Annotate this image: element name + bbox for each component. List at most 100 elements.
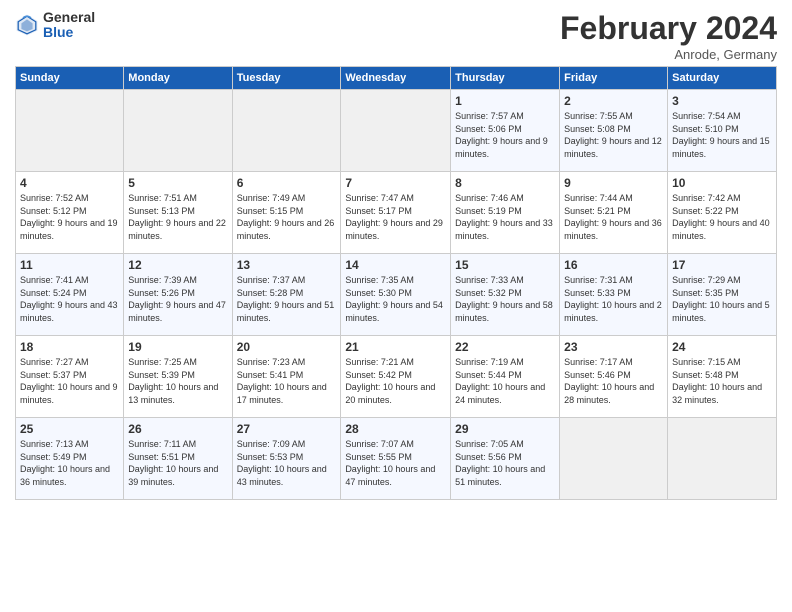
calendar-week-row: 25 Sunrise: 7:13 AMSunset: 5:49 PMDayligh… [16, 418, 777, 500]
calendar-cell: 4 Sunrise: 7:52 AMSunset: 5:12 PMDaylight… [16, 172, 124, 254]
calendar-cell: 13 Sunrise: 7:37 AMSunset: 5:28 PMDayligh… [232, 254, 341, 336]
calendar-cell: 21Sunrise: 7:21 AMSunset: 5:42 PMDayligh… [341, 336, 451, 418]
page-container: General Blue February 2024 Anrode, Germa… [0, 0, 792, 510]
calendar-cell: 6 Sunrise: 7:49 AMSunset: 5:15 PMDaylight… [232, 172, 341, 254]
day-info: Sunrise: 7:23 AMSunset: 5:41 PMDaylight:… [237, 356, 337, 406]
weekday-header-tuesday: Tuesday [232, 67, 341, 90]
weekday-header-saturday: Saturday [668, 67, 777, 90]
day-info: Sunrise: 7:31 AMSunset: 5:33 PMDaylight:… [564, 274, 663, 324]
day-number: 8 [455, 176, 555, 190]
day-info: Sunrise: 7:05 AMSunset: 5:56 PMDaylight:… [455, 438, 555, 488]
calendar-cell [16, 90, 124, 172]
day-info: Sunrise: 7:37 AMSunset: 5:28 PMDaylight:… [237, 274, 337, 324]
day-number: 20 [237, 340, 337, 354]
calendar-cell: 27Sunrise: 7:09 AMSunset: 5:53 PMDayligh… [232, 418, 341, 500]
day-info: Sunrise: 7:19 AMSunset: 5:44 PMDaylight:… [455, 356, 555, 406]
calendar-cell: 22 Sunrise: 7:19 AMSunset: 5:44 PMDayligh… [451, 336, 560, 418]
calendar-cell [341, 90, 451, 172]
logo-text: General Blue [43, 10, 95, 41]
weekday-header-friday: Friday [560, 67, 668, 90]
calendar-cell: 26Sunrise: 7:11 AMSunset: 5:51 PMDayligh… [124, 418, 232, 500]
month-title: February 2024 [560, 10, 777, 47]
calendar-week-row: 18 Sunrise: 7:27 AMSunset: 5:37 PMDayligh… [16, 336, 777, 418]
calendar-cell: 17Sunrise: 7:29 AMSunset: 5:35 PMDayligh… [668, 254, 777, 336]
day-info: Sunrise: 7:17 AMSunset: 5:46 PMDaylight:… [564, 356, 663, 406]
day-info: Sunrise: 7:27 AMSunset: 5:37 PMDaylight:… [20, 356, 119, 406]
day-info: Sunrise: 7:42 AMSunset: 5:22 PMDaylight:… [672, 192, 772, 242]
day-info: Sunrise: 7:47 AMSunset: 5:17 PMDaylight:… [345, 192, 446, 242]
calendar-cell [668, 418, 777, 500]
day-number: 19 [128, 340, 227, 354]
day-number: 6 [237, 176, 337, 190]
day-number: 29 [455, 422, 555, 436]
day-info: Sunrise: 7:35 AMSunset: 5:30 PMDaylight:… [345, 274, 446, 324]
day-number: 11 [20, 258, 119, 272]
calendar-cell: 12 Sunrise: 7:39 AMSunset: 5:26 PMDayligh… [124, 254, 232, 336]
day-number: 17 [672, 258, 772, 272]
day-number: 10 [672, 176, 772, 190]
day-number: 7 [345, 176, 446, 190]
day-number: 15 [455, 258, 555, 272]
location: Anrode, Germany [560, 47, 777, 62]
day-info: Sunrise: 7:09 AMSunset: 5:53 PMDaylight:… [237, 438, 337, 488]
day-info: Sunrise: 7:21 AMSunset: 5:42 PMDaylight:… [345, 356, 446, 406]
calendar-cell: 2Sunrise: 7:55 AMSunset: 5:08 PMDaylight… [560, 90, 668, 172]
day-number: 2 [564, 94, 663, 108]
calendar-cell: 24 Sunrise: 7:15 AMSunset: 5:48 PMDayligh… [668, 336, 777, 418]
day-info: Sunrise: 7:57 AMSunset: 5:06 PMDaylight:… [455, 110, 555, 160]
day-number: 4 [20, 176, 119, 190]
calendar-cell: 1 Sunrise: 7:57 AMSunset: 5:06 PMDaylight… [451, 90, 560, 172]
calendar-cell: 7 Sunrise: 7:47 AMSunset: 5:17 PMDaylight… [341, 172, 451, 254]
calendar-cell: 14 Sunrise: 7:35 AMSunset: 5:30 PMDayligh… [341, 254, 451, 336]
day-number: 14 [345, 258, 446, 272]
weekday-header-thursday: Thursday [451, 67, 560, 90]
day-info: Sunrise: 7:25 AMSunset: 5:39 PMDaylight:… [128, 356, 227, 406]
header: General Blue February 2024 Anrode, Germa… [15, 10, 777, 62]
logo: General Blue [15, 10, 95, 41]
calendar-table: SundayMondayTuesdayWednesdayThursdayFrid… [15, 66, 777, 500]
calendar-cell: 3Sunrise: 7:54 AMSunset: 5:10 PMDaylight… [668, 90, 777, 172]
calendar-cell: 23 Sunrise: 7:17 AMSunset: 5:46 PMDayligh… [560, 336, 668, 418]
day-number: 24 [672, 340, 772, 354]
day-info: Sunrise: 7:41 AMSunset: 5:24 PMDaylight:… [20, 274, 119, 324]
calendar-week-row: 1 Sunrise: 7:57 AMSunset: 5:06 PMDaylight… [16, 90, 777, 172]
weekday-header-row: SundayMondayTuesdayWednesdayThursdayFrid… [16, 67, 777, 90]
day-number: 16 [564, 258, 663, 272]
day-info: Sunrise: 7:52 AMSunset: 5:12 PMDaylight:… [20, 192, 119, 242]
weekday-header-monday: Monday [124, 67, 232, 90]
day-number: 23 [564, 340, 663, 354]
day-number: 12 [128, 258, 227, 272]
calendar-cell [124, 90, 232, 172]
day-number: 28 [345, 422, 446, 436]
weekday-header-wednesday: Wednesday [341, 67, 451, 90]
calendar-week-row: 4 Sunrise: 7:52 AMSunset: 5:12 PMDaylight… [16, 172, 777, 254]
calendar-cell [560, 418, 668, 500]
calendar-cell: 15Sunrise: 7:33 AMSunset: 5:32 PMDayligh… [451, 254, 560, 336]
day-number: 18 [20, 340, 119, 354]
calendar-cell: 9 Sunrise: 7:44 AMSunset: 5:21 PMDaylight… [560, 172, 668, 254]
day-number: 25 [20, 422, 119, 436]
day-info: Sunrise: 7:49 AMSunset: 5:15 PMDaylight:… [237, 192, 337, 242]
day-info: Sunrise: 7:39 AMSunset: 5:26 PMDaylight:… [128, 274, 227, 324]
day-info: Sunrise: 7:15 AMSunset: 5:48 PMDaylight:… [672, 356, 772, 406]
day-number: 9 [564, 176, 663, 190]
day-number: 13 [237, 258, 337, 272]
calendar-cell: 19 Sunrise: 7:25 AMSunset: 5:39 PMDayligh… [124, 336, 232, 418]
weekday-header-sunday: Sunday [16, 67, 124, 90]
calendar-cell: 11 Sunrise: 7:41 AMSunset: 5:24 PMDayligh… [16, 254, 124, 336]
day-info: Sunrise: 7:13 AMSunset: 5:49 PMDaylight:… [20, 438, 119, 488]
day-number: 5 [128, 176, 227, 190]
calendar-cell: 29 Sunrise: 7:05 AMSunset: 5:56 PMDayligh… [451, 418, 560, 500]
day-info: Sunrise: 7:44 AMSunset: 5:21 PMDaylight:… [564, 192, 663, 242]
calendar-cell: 18 Sunrise: 7:27 AMSunset: 5:37 PMDayligh… [16, 336, 124, 418]
logo-icon [15, 13, 39, 37]
day-number: 1 [455, 94, 555, 108]
day-number: 22 [455, 340, 555, 354]
calendar-cell: 25 Sunrise: 7:13 AMSunset: 5:49 PMDayligh… [16, 418, 124, 500]
day-info: Sunrise: 7:07 AMSunset: 5:55 PMDaylight:… [345, 438, 446, 488]
day-info: Sunrise: 7:11 AMSunset: 5:51 PMDaylight:… [128, 438, 227, 488]
day-info: Sunrise: 7:46 AMSunset: 5:19 PMDaylight:… [455, 192, 555, 242]
calendar-week-row: 11 Sunrise: 7:41 AMSunset: 5:24 PMDayligh… [16, 254, 777, 336]
calendar-cell: 5 Sunrise: 7:51 AMSunset: 5:13 PMDaylight… [124, 172, 232, 254]
day-info: Sunrise: 7:51 AMSunset: 5:13 PMDaylight:… [128, 192, 227, 242]
